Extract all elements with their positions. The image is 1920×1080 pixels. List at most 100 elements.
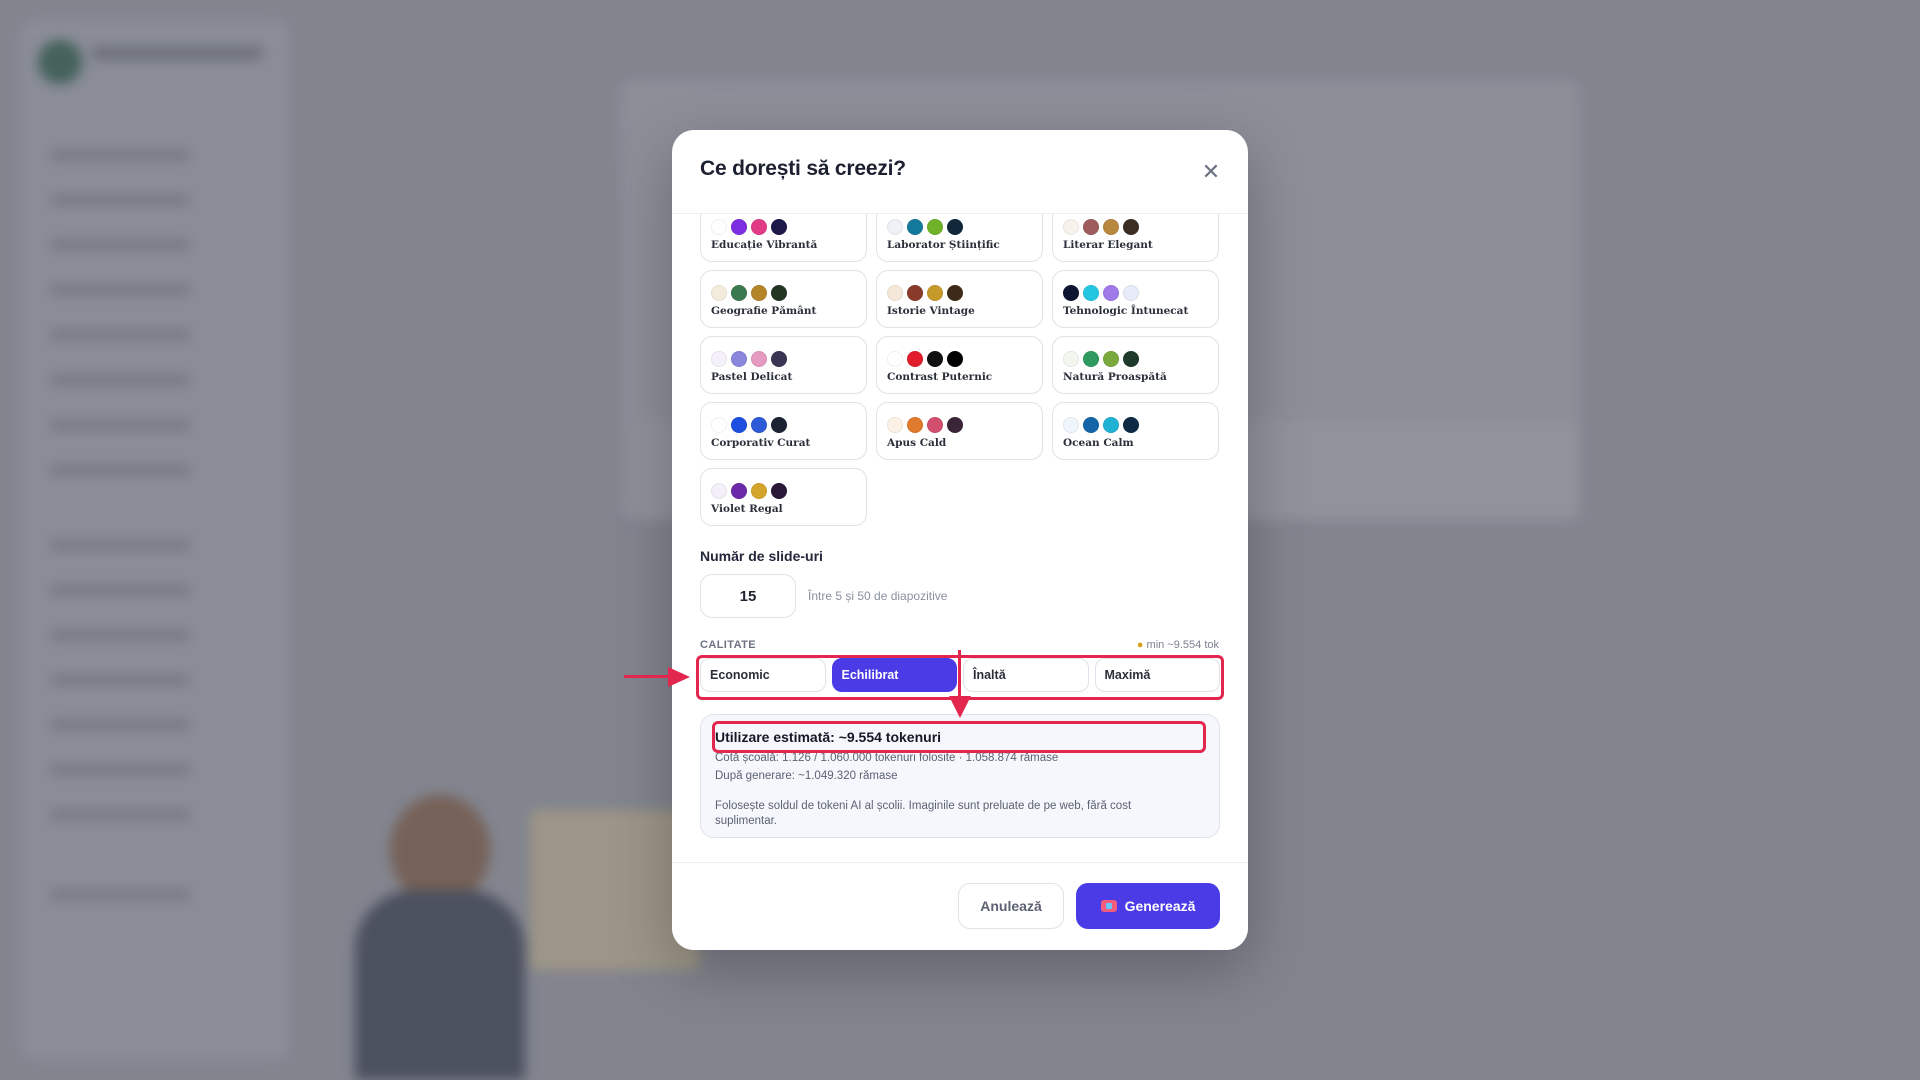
cancel-button[interactable]: Anulează (958, 883, 1064, 929)
color-swatch (1083, 351, 1099, 367)
color-swatch (1123, 351, 1139, 367)
theme-swatches (887, 351, 1032, 367)
theme-card[interactable]: Corporativ Curat (700, 402, 867, 460)
color-swatch (1123, 417, 1139, 433)
color-swatch (771, 285, 787, 301)
theme-swatches (711, 219, 856, 235)
quality-min-tokens-text: min ~9.554 tok (1146, 639, 1219, 651)
quality-option-echilibrat[interactable]: Echilibrat (831, 658, 957, 692)
theme-card[interactable]: Educație Vibrantă (700, 214, 867, 262)
color-swatch (711, 483, 727, 499)
theme-name: Literar Elegant (1063, 239, 1153, 251)
color-swatch (907, 417, 923, 433)
theme-swatches (711, 483, 856, 499)
color-swatch (947, 219, 963, 235)
theme-name: Istorie Vintage (887, 305, 975, 317)
theme-name: Violet Regal (711, 503, 783, 515)
theme-card[interactable]: Geografie Pământ (700, 270, 867, 328)
usage-estimate-title: Utilizare estimată: ~9.554 tokenuri (715, 729, 942, 745)
after-generation-line: După generare: ~1.049.320 rămase (715, 770, 898, 782)
color-swatch (731, 219, 747, 235)
color-swatch (751, 351, 767, 367)
theme-name: Apus Cald (887, 437, 947, 449)
usage-note: Folosește soldul de tokeni AI al școlii.… (715, 800, 1132, 827)
quality-option-economic[interactable]: Economic (700, 658, 826, 692)
color-swatch (711, 285, 727, 301)
color-swatch (1103, 417, 1119, 433)
theme-name: Educație Vibrantă (711, 239, 818, 251)
annotation-arrowhead-down (949, 696, 971, 718)
create-dialog: Ce dorești să creezi? ✕ Educație Vibrant… (672, 130, 1248, 950)
dialog-body: Educație Vibrantă Laborator Științific Lit… (672, 214, 1248, 862)
color-swatch (711, 219, 727, 235)
color-swatch (1083, 285, 1099, 301)
color-swatch (1103, 285, 1119, 301)
slides-count-input[interactable] (700, 574, 796, 618)
color-swatch (927, 219, 943, 235)
color-swatch (711, 351, 727, 367)
annotation-arrowhead-right (668, 667, 690, 687)
color-swatch (887, 417, 903, 433)
color-swatch (1063, 351, 1079, 367)
color-swatch (731, 285, 747, 301)
theme-card[interactable]: Apus Cald (876, 402, 1043, 460)
color-swatch (1123, 219, 1139, 235)
color-swatch (927, 285, 943, 301)
theme-name: Ocean Calm (1063, 437, 1134, 449)
theme-swatches (1063, 351, 1208, 367)
theme-swatches (1063, 285, 1208, 301)
dialog-footer: Anulează Generează (672, 862, 1248, 950)
theme-card[interactable]: Laborator Științific (876, 214, 1043, 262)
color-swatch (927, 351, 943, 367)
generate-button[interactable]: Generează (1076, 883, 1220, 929)
color-swatch (731, 351, 747, 367)
quality-option-maxima[interactable]: Maximă (1094, 658, 1220, 692)
theme-name: Natură Proaspătă (1063, 371, 1167, 383)
theme-card[interactable]: Ocean Calm (1052, 402, 1219, 460)
color-swatch (711, 417, 727, 433)
theme-name: Corporativ Curat (711, 437, 811, 449)
theme-swatches (711, 285, 856, 301)
theme-card[interactable]: Violet Regal (700, 468, 867, 526)
theme-card[interactable]: Tehnologic Întunecat (1052, 270, 1219, 328)
color-swatch (947, 351, 963, 367)
color-swatch (1103, 219, 1119, 235)
theme-card[interactable]: Istorie Vintage (876, 270, 1043, 328)
theme-swatches (711, 351, 856, 367)
color-swatch (1063, 285, 1079, 301)
color-swatch (1103, 351, 1119, 367)
theme-card[interactable]: Literar Elegant (1052, 214, 1219, 262)
color-swatch (771, 219, 787, 235)
theme-swatches (1063, 417, 1208, 433)
theme-name: Laborator Științific (887, 239, 1000, 251)
color-swatch (751, 483, 767, 499)
theme-name: Pastel Delicat (711, 371, 793, 383)
theme-name: Tehnologic Întunecat (1063, 305, 1189, 317)
color-swatch (751, 219, 767, 235)
theme-card[interactable]: Natură Proaspătă (1052, 336, 1219, 394)
quality-option-inalta[interactable]: Înaltă (963, 658, 1089, 692)
theme-swatches (887, 285, 1032, 301)
theme-swatches (887, 417, 1032, 433)
color-swatch (1123, 285, 1139, 301)
theme-card[interactable]: Pastel Delicat (700, 336, 867, 394)
color-swatch (731, 417, 747, 433)
slides-count-label: Număr de slide-uri (700, 548, 823, 564)
color-swatch (947, 417, 963, 433)
color-swatch (771, 351, 787, 367)
theme-swatches (887, 219, 1032, 235)
color-swatch (907, 219, 923, 235)
usage-estimate-box: Utilizare estimată: ~9.554 tokenuri Cotă… (700, 714, 1220, 838)
presentation-icon (1100, 900, 1117, 912)
theme-swatches (1063, 219, 1208, 235)
generate-button-label: Generează (1124, 898, 1196, 914)
color-swatch (887, 219, 903, 235)
close-icon[interactable]: ✕ (1200, 161, 1222, 184)
color-swatch (1083, 219, 1099, 235)
dialog-title: Ce dorești să creezi? (700, 157, 906, 180)
slides-count-hint: Între 5 și 50 de diapozitive (808, 589, 948, 603)
theme-card[interactable]: Contrast Puternic (876, 336, 1043, 394)
color-swatch (731, 483, 747, 499)
color-swatch (1083, 417, 1099, 433)
color-swatch (751, 285, 767, 301)
